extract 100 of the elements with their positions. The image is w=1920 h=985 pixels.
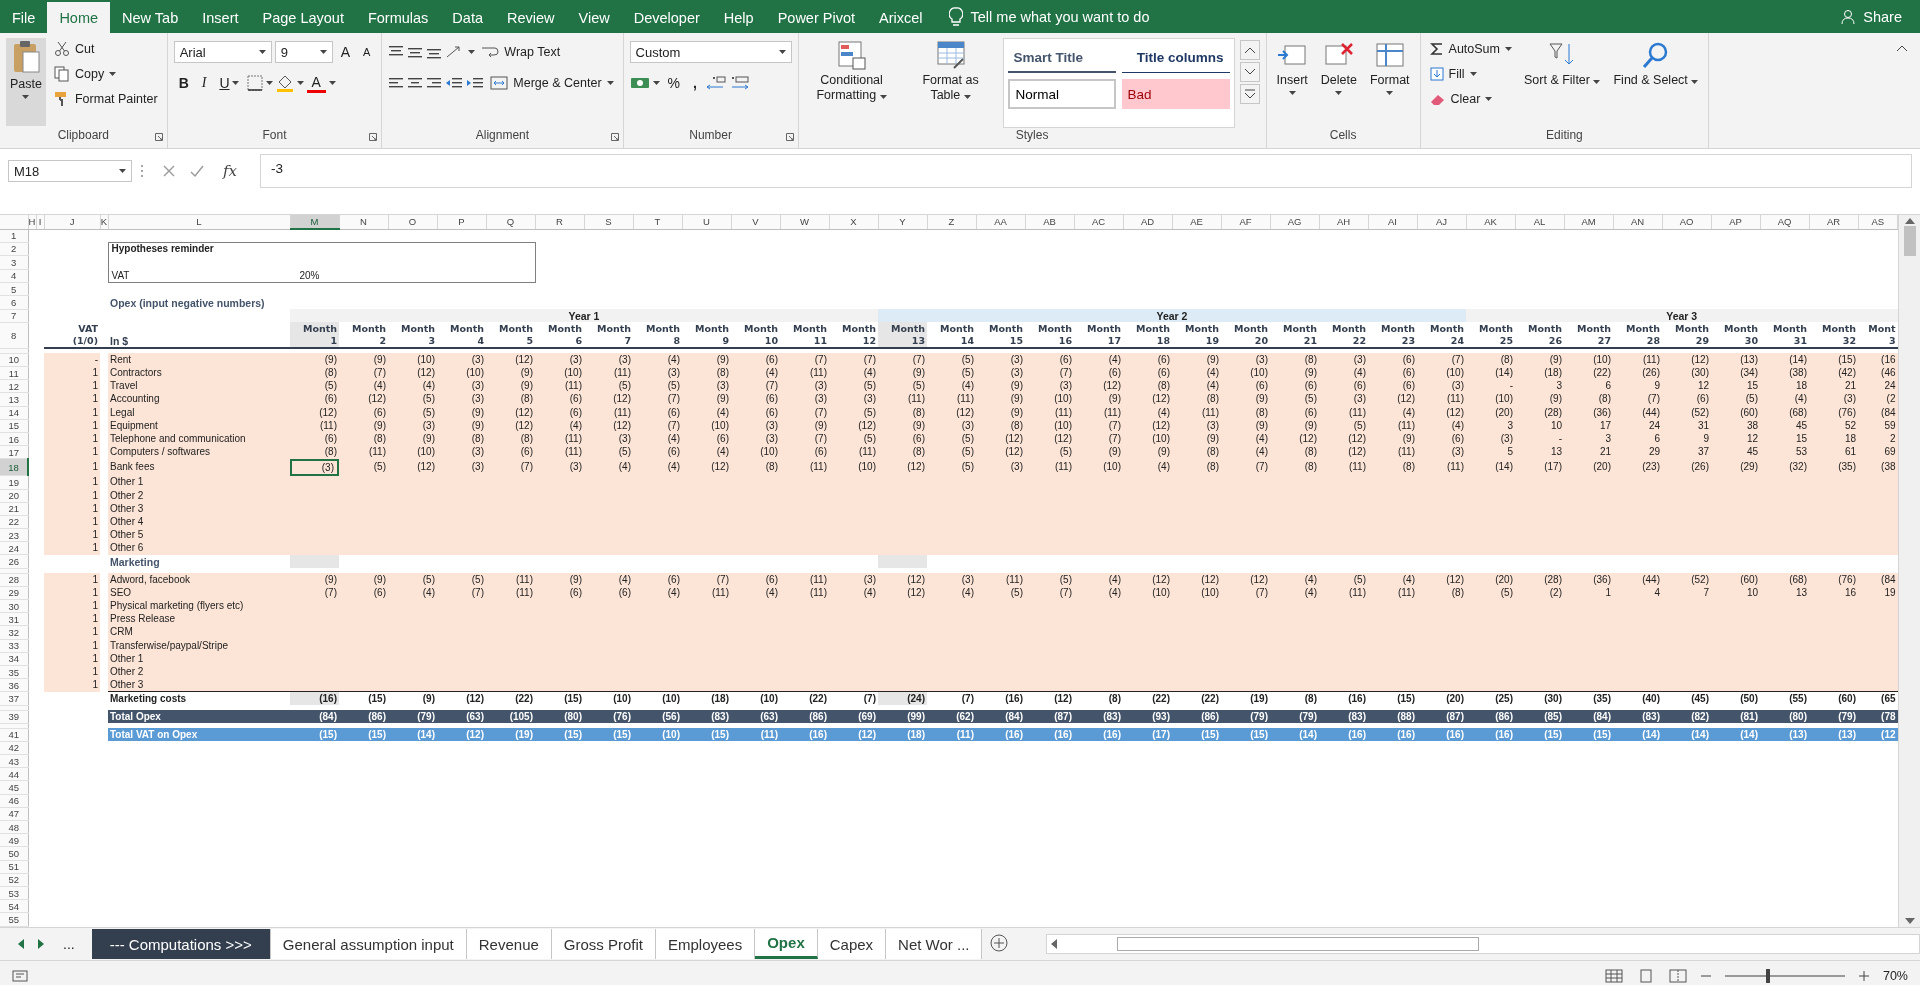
column-header[interactable]: V bbox=[731, 215, 780, 229]
shrink-font-button[interactable]: A bbox=[358, 40, 376, 64]
column-header[interactable]: L bbox=[108, 215, 290, 229]
column-header[interactable]: Z bbox=[927, 215, 976, 229]
share-button[interactable]: Share bbox=[1823, 0, 1920, 33]
column-header[interactable]: U bbox=[682, 215, 731, 229]
bold-button[interactable]: B bbox=[173, 71, 194, 95]
ribbon-tab[interactable]: View bbox=[566, 2, 622, 33]
sheet-tab[interactable]: Employees bbox=[656, 929, 756, 959]
column-header[interactable]: AC bbox=[1074, 215, 1123, 229]
ribbon-tab[interactable]: New Tab bbox=[110, 2, 191, 33]
column-header[interactable]: P bbox=[437, 215, 486, 229]
ribbon-tab[interactable]: Insert bbox=[190, 2, 251, 33]
zoom-level[interactable]: 70% bbox=[1882, 969, 1908, 983]
column-header[interactable]: AQ bbox=[1760, 215, 1809, 229]
cell-style-option[interactable]: Bad bbox=[1121, 79, 1230, 109]
column-header[interactable]: AL bbox=[1515, 215, 1564, 229]
number-format-field[interactable]: Custom bbox=[629, 41, 792, 63]
ribbon-tab[interactable]: Help bbox=[711, 2, 766, 33]
font-color-button[interactable]: A bbox=[306, 73, 326, 93]
cell-style-option[interactable]: Normal bbox=[1007, 79, 1116, 109]
sheet-tab[interactable]: Revenue bbox=[466, 929, 552, 959]
format-as-table-button[interactable]: Format as Table bbox=[903, 38, 998, 128]
cell-action-button[interactable]: Format bbox=[1365, 38, 1414, 128]
scroll-down-button[interactable] bbox=[1239, 62, 1260, 82]
column-header[interactable]: R bbox=[535, 215, 584, 229]
scroll-thumb[interactable] bbox=[1117, 937, 1480, 951]
name-box[interactable]: M18 bbox=[8, 160, 132, 182]
cell-action-button[interactable]: Insert bbox=[1272, 38, 1312, 128]
column-header[interactable]: AA bbox=[976, 215, 1025, 229]
sheet-tab[interactable]: Gross Profit bbox=[551, 929, 656, 959]
column-header[interactable]: AJ bbox=[1417, 215, 1466, 229]
sheet-tab[interactable]: General assumption input bbox=[270, 929, 467, 959]
column-header[interactable]: S bbox=[584, 215, 633, 229]
insert-function-button[interactable]: fx bbox=[218, 159, 242, 183]
column-header[interactable]: AG bbox=[1270, 215, 1319, 229]
fill-button[interactable]: Fill bbox=[1426, 63, 1515, 85]
column-header[interactable]: AE bbox=[1172, 215, 1221, 229]
column-header[interactable]: AO bbox=[1662, 215, 1711, 229]
zoom-slider-thumb[interactable] bbox=[1766, 969, 1771, 983]
wrap-text-button[interactable]: Wrap Text bbox=[478, 41, 564, 63]
ribbon-tab[interactable]: Page Layout bbox=[250, 2, 356, 33]
underline-button[interactable]: U bbox=[214, 71, 244, 95]
column-header[interactable]: J bbox=[44, 215, 100, 229]
comma-button[interactable]: , bbox=[688, 71, 702, 95]
tell-me-search[interactable]: Tell me what you want to do bbox=[970, 8, 1150, 25]
column-header[interactable]: Q bbox=[486, 215, 535, 229]
format-painter-button[interactable]: Format Painter bbox=[50, 88, 161, 110]
ribbon-tab[interactable]: File bbox=[0, 2, 48, 33]
find-select-button[interactable]: Find & Select bbox=[1609, 38, 1703, 128]
column-header[interactable]: AI bbox=[1368, 215, 1417, 229]
more-sheets-button[interactable]: ... bbox=[58, 932, 80, 956]
column-header[interactable]: AS bbox=[1858, 215, 1898, 229]
sheet-tab[interactable]: Net Wor ... bbox=[886, 929, 983, 959]
column-header[interactable]: X bbox=[829, 215, 878, 229]
horizontal-scrollbar[interactable] bbox=[1046, 934, 1920, 954]
column-header[interactable]: O bbox=[388, 215, 437, 229]
column-header[interactable]: M bbox=[290, 215, 339, 229]
copy-button[interactable]: Copy bbox=[50, 63, 161, 85]
sheet-tab[interactable]: Opex bbox=[755, 929, 818, 959]
column-header[interactable]: Y bbox=[878, 215, 927, 229]
more-button[interactable] bbox=[1239, 84, 1260, 104]
ribbon-tab[interactable]: Home bbox=[47, 2, 111, 33]
column-header[interactable]: I bbox=[36, 215, 44, 229]
sort-filter-button[interactable]: Sort & Filter bbox=[1520, 38, 1605, 128]
grow-font-button[interactable]: A bbox=[335, 40, 355, 64]
column-header[interactable]: AR bbox=[1809, 215, 1858, 229]
ribbon-tab[interactable]: Power Pivot bbox=[765, 2, 867, 33]
ribbon-tab[interactable]: Review bbox=[495, 2, 567, 33]
percent-button[interactable]: % bbox=[662, 71, 685, 95]
column-header[interactable]: T bbox=[633, 215, 682, 229]
ribbon-tab[interactable]: Arixcel bbox=[867, 2, 935, 33]
ribbon-tab[interactable]: Data bbox=[440, 2, 495, 33]
row-header[interactable]: 8 bbox=[0, 322, 28, 349]
scroll-up-button[interactable] bbox=[1239, 40, 1260, 60]
ribbon-tab[interactable]: Formulas bbox=[355, 2, 441, 33]
cell-action-button[interactable]: Delete bbox=[1316, 38, 1361, 128]
clear-button[interactable]: Clear bbox=[1426, 88, 1515, 110]
column-header[interactable]: AP bbox=[1711, 215, 1760, 229]
paste-button[interactable]: Paste bbox=[6, 38, 46, 126]
column-header[interactable]: AN bbox=[1613, 215, 1662, 229]
column-header[interactable]: AF bbox=[1221, 215, 1270, 229]
column-header[interactable]: H bbox=[28, 215, 36, 229]
cut-button[interactable]: Cut bbox=[50, 38, 161, 60]
column-header[interactable]: AB bbox=[1025, 215, 1074, 229]
column-header[interactable]: W bbox=[780, 215, 829, 229]
column-header[interactable]: K bbox=[100, 215, 108, 229]
font-name-field[interactable]: Arial bbox=[173, 41, 272, 63]
ribbon-tab[interactable]: Developer bbox=[621, 2, 712, 33]
column-header[interactable]: AD bbox=[1123, 215, 1172, 229]
column-header[interactable]: AH bbox=[1319, 215, 1368, 229]
column-header[interactable]: AK bbox=[1466, 215, 1515, 229]
column-header[interactable]: AM bbox=[1564, 215, 1613, 229]
sheet-tab[interactable]: --- Computations >>> bbox=[91, 929, 271, 959]
font-size-field[interactable]: 9 bbox=[274, 41, 333, 63]
formula-input[interactable]: -3 bbox=[260, 154, 1912, 188]
merge-center-button[interactable]: Merge & Center bbox=[487, 72, 617, 94]
autosum-button[interactable]: AutoSum bbox=[1426, 38, 1515, 60]
column-header[interactable]: N bbox=[339, 215, 388, 229]
sheet-tab[interactable]: Capex bbox=[817, 929, 887, 959]
